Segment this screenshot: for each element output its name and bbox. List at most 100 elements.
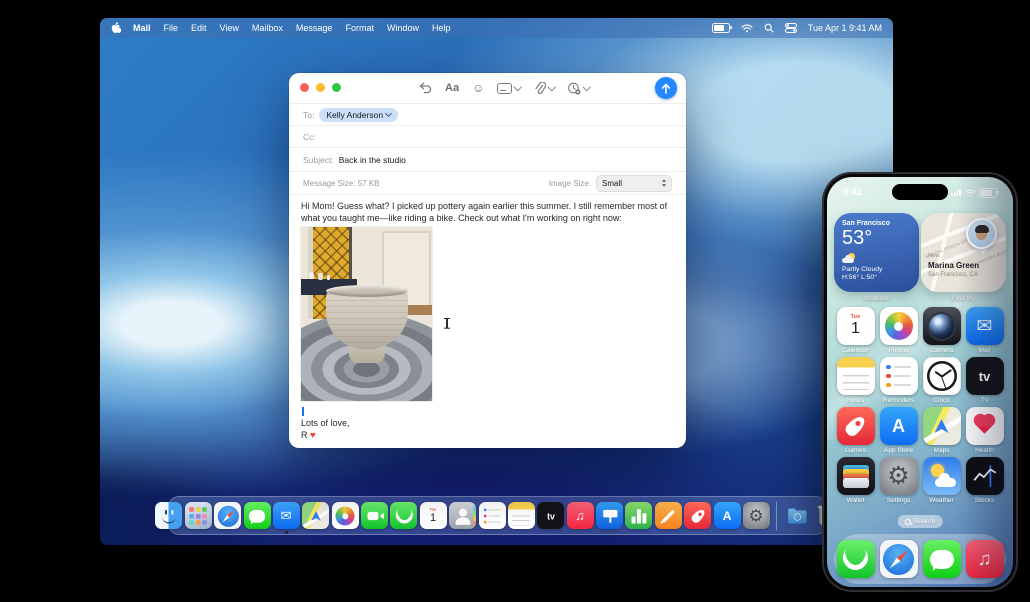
screenshot-root: Mail File Edit View Mailbox Message Format Wind… (0, 0, 1030, 602)
iphone-home-screen: 9:41 San Francisco 53° Partly Cloudy H:5… (827, 177, 1013, 587)
phone-app-photos[interactable]: Photos (877, 307, 920, 354)
battery-icon[interactable] (711, 23, 732, 33)
phone-app-wallet[interactable]: Wallet (834, 457, 877, 504)
phone-app-calendar[interactable]: Tue 1 Calendar (834, 307, 877, 354)
menu-item-format[interactable]: Format (345, 23, 374, 33)
attach-button[interactable] (534, 81, 556, 95)
phone-app-reminders[interactable]: Reminders (877, 357, 920, 404)
zoom-button[interactable] (332, 83, 341, 92)
dock-facetime-button[interactable] (361, 502, 388, 529)
dock-appstore-button[interactable]: A (713, 502, 741, 529)
wifi-icon[interactable] (741, 24, 753, 33)
phone-app-stocks[interactable]: Stocks (963, 457, 1006, 504)
pottery-photo-attachment[interactable] (301, 227, 432, 402)
menu-item-mailbox[interactable]: Mailbox (252, 23, 283, 33)
dock-tv-button[interactable]: tv (537, 502, 565, 529)
phone-app-games[interactable]: Games (834, 407, 877, 454)
mac-desktop: Mail File Edit View Mailbox Message Format Wind… (100, 18, 893, 545)
music-icon: ♫ (965, 540, 1004, 578)
phone-app-weather[interactable]: Weather (920, 457, 963, 504)
dock-photos-button[interactable] (331, 502, 359, 529)
wallet-icon (836, 457, 875, 495)
minimize-button[interactable] (316, 83, 325, 92)
app-label: Camera (929, 347, 954, 354)
close-button[interactable] (300, 83, 309, 92)
dock-games-button[interactable] (684, 502, 712, 529)
phone-app-appstore[interactable]: A App Store (877, 407, 920, 454)
send-button[interactable] (655, 77, 677, 99)
dock-notes-button[interactable] (507, 502, 535, 529)
recipient-name: Kelly Anderson (326, 109, 384, 120)
dock-numbers-button[interactable] (625, 502, 653, 529)
menu-item-mail[interactable]: Mail (133, 23, 151, 33)
menu-item-help[interactable]: Help (432, 23, 451, 33)
dock-reminders-button[interactable] (478, 502, 506, 529)
menu-item-edit[interactable]: Edit (191, 23, 207, 33)
phone-dock-messages-button[interactable] (922, 540, 961, 578)
dock-phone-button[interactable] (390, 502, 418, 529)
header-fields-button[interactable] (497, 82, 522, 94)
app-label: Stocks (974, 497, 995, 504)
send-later-button[interactable] (567, 82, 591, 95)
phone-dock-safari-button[interactable] (879, 540, 918, 578)
phone-app-mail[interactable]: ✉ Mail (963, 307, 1006, 354)
apple-menu[interactable] (111, 22, 121, 34)
home-search-button[interactable]: Search (897, 515, 943, 528)
maps-icon (922, 407, 961, 445)
dock-safari-button[interactable] (214, 502, 242, 529)
recipient-token[interactable]: Kelly Anderson (319, 107, 399, 122)
messages-icon (243, 502, 271, 529)
dock-settings-button[interactable]: ⚙ (742, 502, 770, 529)
menu-bar-clock[interactable]: Tue Apr 1 9:41 AM (808, 23, 882, 33)
menu-item-message[interactable]: Message (296, 23, 333, 33)
phone-app-health[interactable]: Health (963, 407, 1006, 454)
undo-button[interactable] (419, 82, 432, 94)
dock-music-button[interactable]: ♫ (566, 502, 594, 529)
phone-dock-phone-button[interactable] (836, 540, 875, 578)
find-my-widget[interactable]: MARINA GREEN DR MARINA BLVD Now Marina G… (921, 213, 1006, 292)
weather-icon (922, 457, 961, 495)
weather-widget[interactable]: San Francisco 53° Partly Cloudy H:56° L:… (834, 213, 919, 292)
control-center-icon[interactable] (784, 23, 797, 33)
dock-contacts-button[interactable] (449, 502, 477, 529)
dock-finder-button[interactable] (155, 502, 183, 534)
dock-pages-button[interactable] (654, 502, 682, 529)
phone-app-camera[interactable]: Camera (920, 307, 963, 354)
dock-messages-button[interactable] (243, 502, 271, 529)
to-field[interactable]: To: Kelly Anderson (289, 104, 686, 126)
message-body[interactable]: Hi Mom! Guess what? I picked up pottery … (289, 195, 686, 442)
menu-item-file[interactable]: File (164, 23, 179, 33)
dock-maps-button[interactable] (302, 502, 330, 529)
dock-mail-button[interactable]: ✉ (272, 502, 300, 534)
appstore-icon: A (879, 407, 918, 445)
menu-item-view[interactable]: View (220, 23, 239, 33)
phone-app-tv[interactable]: tv TV (963, 357, 1006, 404)
launchpad-icon (184, 502, 212, 529)
dock-launchpad-button[interactable] (184, 502, 212, 529)
phone-app-settings[interactable]: ⚙ Settings (877, 457, 920, 504)
dock-keynote-button[interactable] (596, 502, 623, 529)
search-icon[interactable] (764, 23, 774, 33)
emoji-button[interactable]: ☺ (472, 82, 484, 94)
subject-value: Back in the studio (338, 154, 406, 165)
phone-app-maps[interactable]: Maps (920, 407, 963, 454)
running-indicator (167, 531, 171, 534)
tv-logo: tv (978, 368, 991, 384)
games-icon (836, 407, 875, 445)
dock-calendar-button[interactable]: Tue 1 (419, 502, 447, 529)
subject-field[interactable]: Subject: Back in the studio (289, 148, 686, 172)
phone-icon (390, 502, 418, 529)
menu-item-window[interactable]: Window (387, 23, 419, 33)
format-button[interactable]: Aa (445, 82, 459, 94)
app-label: Clock (933, 397, 950, 404)
dock-downloads-button[interactable] (783, 502, 810, 529)
phone-app-notes[interactable]: Notes (834, 357, 877, 404)
wifi-icon (965, 189, 976, 197)
facetime-icon (361, 502, 388, 529)
cellular-signal-icon (951, 189, 961, 196)
cc-field[interactable]: Cc: (289, 126, 686, 148)
pages-icon (654, 502, 682, 529)
phone-app-clock[interactable]: Clock (920, 357, 963, 404)
image-size-select[interactable]: Small (596, 174, 672, 192)
phone-dock-music-button[interactable]: ♫ (965, 540, 1004, 578)
